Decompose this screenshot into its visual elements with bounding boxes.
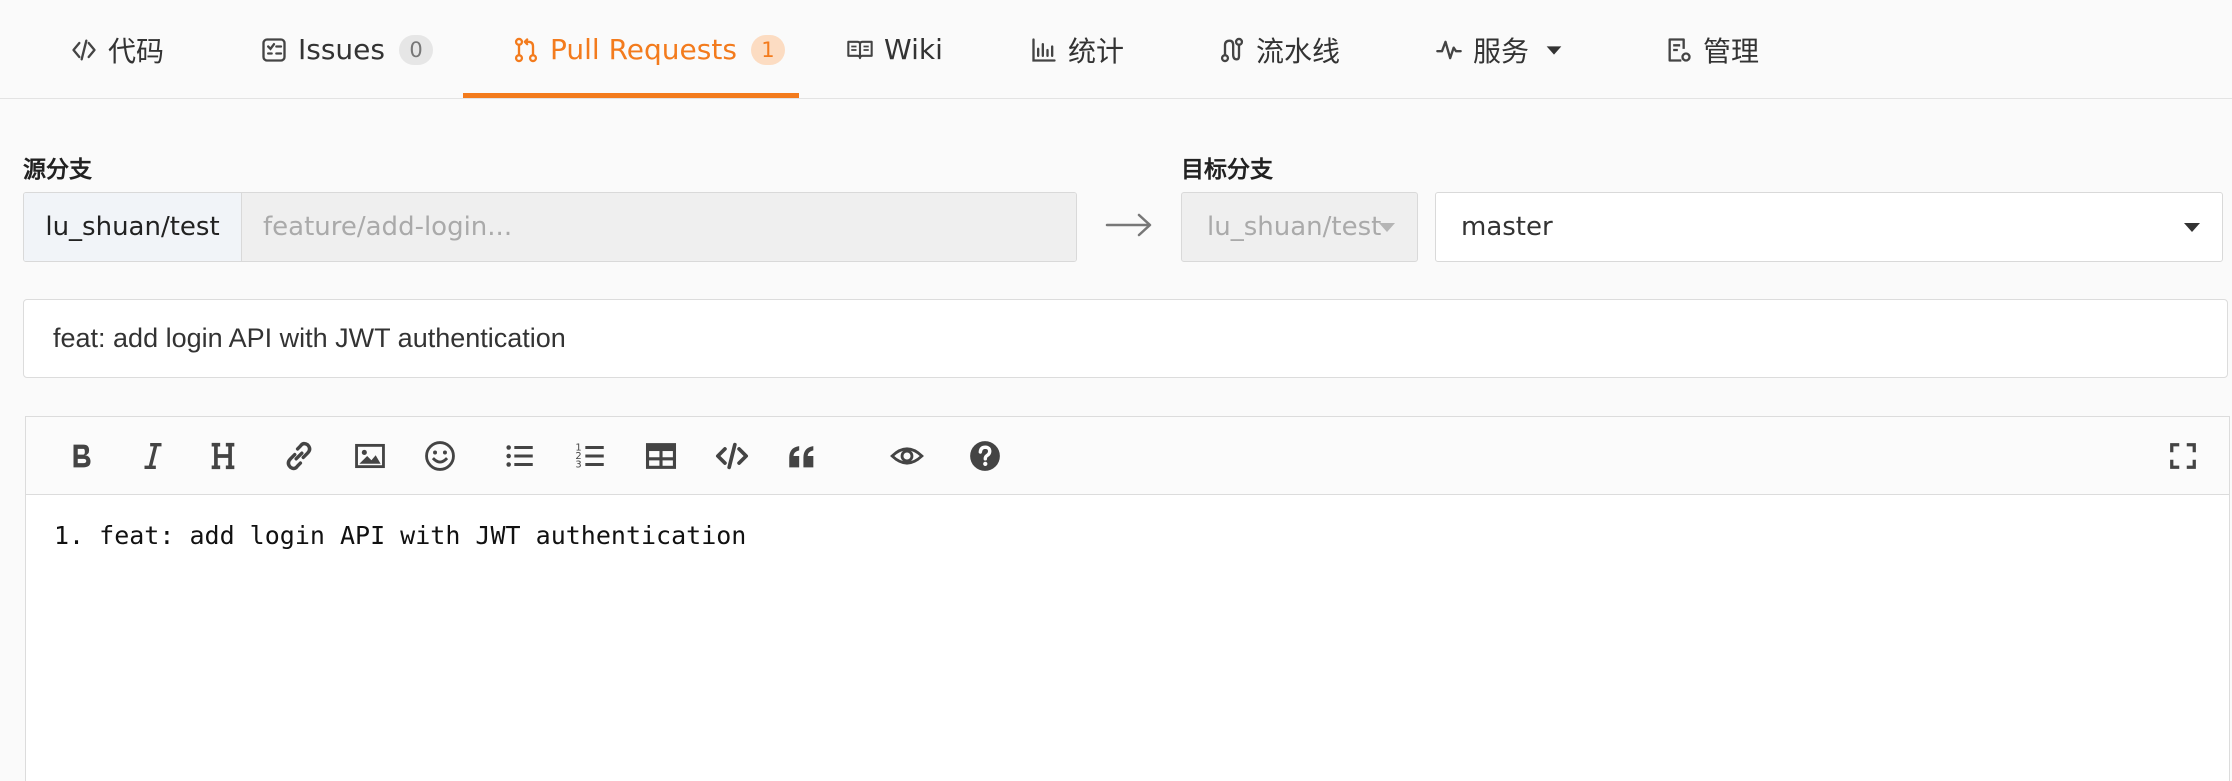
tab-pipeline[interactable]: 流水线 (1218, 0, 1340, 99)
help-button[interactable] (965, 436, 1005, 476)
tab-pipeline-label: 流水线 (1256, 34, 1341, 68)
code-icon (715, 442, 749, 470)
link-icon (286, 441, 312, 471)
pipeline-icon (1220, 37, 1244, 62)
active-tab-indicator (463, 93, 799, 98)
tab-wiki-label: Wiki (884, 33, 943, 66)
link-button[interactable] (279, 436, 319, 476)
source-branch-value: feature/add-login... (263, 212, 513, 242)
unordered-list-icon (506, 445, 533, 467)
pull-request-icon (514, 37, 538, 62)
preview-icon (890, 447, 924, 465)
issues-count-badge: 0 (399, 34, 433, 65)
source-branch-selector: lu_shuan/test feature/add-login... (23, 192, 1077, 262)
pull-request-create-page: 代码 Issues 0 Pull Requests 1 Wiki 统计 流水线 (0, 0, 2232, 781)
quote-icon (789, 446, 814, 468)
fullscreen-button[interactable] (2163, 436, 2203, 476)
tab-code-label: 代码 (108, 34, 165, 68)
source-repo: lu_shuan/test (24, 193, 242, 261)
tab-statistics-label: 统计 (1068, 34, 1125, 68)
heading-icon (211, 442, 235, 470)
pr-title-input[interactable] (23, 299, 2228, 378)
target-branch-label: 目标分支 (1181, 157, 1273, 183)
unordered-list-button[interactable] (500, 436, 540, 476)
quote-button[interactable] (782, 436, 822, 476)
fullscreen-icon (2170, 443, 2196, 469)
table-icon (645, 443, 677, 469)
book-icon (847, 40, 873, 59)
code-block-button[interactable] (712, 436, 752, 476)
bar-chart-icon (1032, 37, 1056, 62)
code-icon (72, 39, 96, 60)
source-branch-dropdown[interactable]: feature/add-login... (242, 193, 1076, 261)
tab-manage-label: 管理 (1703, 34, 1760, 68)
editor-content[interactable]: 1. feat: add login API with JWT authenti… (26, 495, 2229, 576)
tab-issues[interactable]: Issues 0 (260, 0, 433, 99)
italic-icon (144, 442, 162, 470)
settings-doc-icon (1668, 37, 1691, 62)
editor-toolbar: 123 (26, 417, 2229, 495)
table-button[interactable] (641, 436, 681, 476)
pulse-icon (1436, 40, 1462, 59)
bold-icon (73, 444, 91, 468)
chevron-down-icon (1546, 45, 1562, 55)
tab-pull-requests[interactable]: Pull Requests 1 (512, 0, 785, 99)
tab-statistics[interactable]: 统计 (1030, 0, 1124, 99)
arrow-right-icon (1105, 213, 1152, 237)
tab-wiki[interactable]: Wiki (846, 0, 943, 99)
tab-pull-requests-label: Pull Requests (550, 33, 737, 66)
markdown-editor: 123 1. feat: add login API with JWT auth… (25, 416, 2230, 781)
issues-icon (262, 37, 286, 62)
bold-button[interactable] (62, 436, 102, 476)
preview-button[interactable] (887, 436, 927, 476)
italic-button[interactable] (133, 436, 173, 476)
tab-services[interactable]: 服务 (1435, 0, 1565, 99)
emoji-button[interactable] (420, 436, 460, 476)
pull-requests-count-badge: 1 (750, 34, 785, 65)
caret-down-icon (2184, 223, 2200, 232)
emoji-icon (425, 441, 455, 471)
caret-down-icon (1379, 223, 1395, 232)
target-branch-dropdown[interactable]: master (1435, 192, 2223, 262)
tab-code[interactable]: 代码 (70, 0, 164, 99)
ordered-list-button[interactable]: 123 (571, 436, 611, 476)
target-repo-value: lu_shuan/test (1207, 212, 1382, 242)
ordered-list-icon: 123 (575, 442, 604, 470)
heading-button[interactable] (203, 436, 243, 476)
tab-manage[interactable]: 管理 (1665, 0, 1759, 99)
repo-tab-bar: 代码 Issues 0 Pull Requests 1 Wiki 统计 流水线 (0, 0, 2232, 99)
target-repo-dropdown[interactable]: lu_shuan/test (1181, 192, 1418, 262)
help-icon (970, 441, 1000, 471)
image-icon (355, 443, 385, 469)
tab-services-label: 服务 (1473, 34, 1530, 68)
tab-issues-label: Issues (298, 33, 385, 66)
target-branch-value: master (1461, 212, 1553, 242)
source-branch-label: 源分支 (23, 157, 92, 183)
svg-text:3: 3 (575, 459, 581, 470)
image-button[interactable] (350, 436, 390, 476)
